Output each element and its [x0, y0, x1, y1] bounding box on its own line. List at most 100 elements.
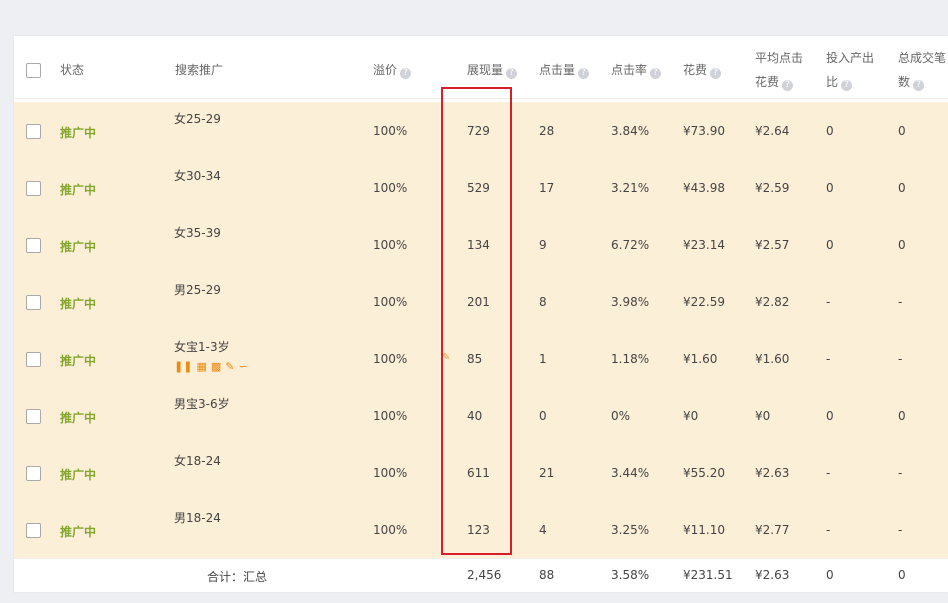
clicks-value: 28 — [539, 124, 555, 138]
trash-icon[interactable]: ▩ — [211, 360, 221, 373]
orders-value: 0 — [898, 181, 906, 195]
premium-value: 100% — [373, 124, 408, 138]
row-checkbox[interactable] — [26, 523, 41, 538]
cpc-value: ¥2.82 — [755, 295, 790, 309]
clicks-value: 0 — [539, 409, 547, 423]
table-row[interactable]: 推广中 男宝3-6岁 100% 40 0 0% ¥0 ¥0 0 0 — [14, 387, 948, 444]
cpc-value: ¥1.60 — [755, 352, 790, 366]
ctr-value: 0% — [611, 409, 631, 423]
cpc-value: ¥2.57 — [755, 238, 790, 252]
clicks-value: 1 — [539, 352, 547, 366]
clicks-value: 21 — [539, 466, 555, 480]
ctr-value: 3.84% — [611, 124, 650, 138]
chart-icon[interactable]: ∽ — [238, 360, 247, 373]
row-checkbox[interactable] — [26, 295, 41, 310]
orders-value: - — [898, 352, 903, 366]
ctr-value: 3.21% — [611, 181, 650, 195]
edit-icon[interactable]: ✎ — [225, 360, 234, 373]
clicks-value: 9 — [539, 238, 547, 252]
total-ctr: 3.58% — [611, 568, 650, 582]
status-text: 推广中 — [60, 411, 97, 425]
row-checkbox[interactable] — [26, 181, 41, 196]
orders-value: - — [898, 523, 903, 537]
impressions-value: 611 — [467, 466, 490, 480]
pause-icon[interactable]: ❚❚ — [174, 360, 192, 373]
help-icon[interactable]: ? — [841, 80, 853, 91]
table-row[interactable]: 推广中 女25-29 100% 729 28 3.84% ¥73.90 ¥2.6… — [14, 102, 948, 159]
header-avg-cpc[interactable]: 花费? — [755, 70, 794, 94]
row-checkbox[interactable] — [26, 352, 41, 367]
help-icon[interactable]: ? — [650, 68, 662, 79]
row-checkbox[interactable] — [26, 466, 41, 481]
row-checkbox[interactable] — [26, 124, 41, 139]
table-row[interactable]: 推广中 女18-24 100% 611 21 3.44% ¥55.20 ¥2.6… — [14, 444, 948, 501]
ctr-value: 3.44% — [611, 466, 650, 480]
premium-value: 100% — [373, 466, 408, 480]
total-row: 合计：汇总 2,456 88 3.58% ¥231.51 ¥2.63 0 0 — [14, 558, 948, 592]
edit-icon[interactable]: ✎ — [442, 352, 450, 363]
spend-value: ¥23.14 — [683, 238, 725, 252]
spend-value: ¥43.98 — [683, 181, 725, 195]
table-row[interactable]: 推广中 女30-34 100% 529 17 3.21% ¥43.98 ¥2.5… — [14, 159, 948, 216]
header-roi-line1: 投入产出 — [826, 51, 875, 65]
help-icon[interactable]: ? — [710, 68, 722, 79]
header-impressions[interactable]: 展现量? — [467, 58, 518, 82]
status-text: 推广中 — [60, 468, 97, 482]
premium-value: 100% — [373, 409, 408, 423]
campaign-name: 女30-34 — [174, 169, 221, 183]
header-roi[interactable]: 比? — [826, 70, 853, 94]
row-checkbox[interactable] — [26, 409, 41, 424]
ctr-value: 3.25% — [611, 523, 650, 537]
header-campaign: 搜索推广 — [175, 63, 224, 77]
roi-value: 0 — [826, 124, 834, 138]
table-row[interactable]: 推广中 女宝1-3岁 ❚❚ ▦ ▩ ✎ ∽ 100% ✎ 85 1 1.18% ¥1.6… — [14, 330, 948, 387]
total-clicks: 88 — [539, 568, 555, 582]
cpc-value: ¥2.64 — [755, 124, 790, 138]
table-row[interactable]: 推广中 女35-39 100% 134 9 6.72% ¥23.14 ¥2.57… — [14, 216, 948, 273]
total-spend: ¥231.51 — [683, 568, 733, 582]
clicks-value: 17 — [539, 181, 555, 195]
row-checkbox[interactable] — [26, 238, 41, 253]
impressions-value: 201 — [467, 295, 490, 309]
spend-value: ¥0 — [683, 409, 699, 423]
help-icon[interactable]: ? — [400, 68, 412, 79]
clicks-value: 4 — [539, 523, 547, 537]
impressions-value: 123 — [467, 523, 490, 537]
cpc-value: ¥2.63 — [755, 466, 790, 480]
header-orders[interactable]: 数? — [898, 70, 925, 94]
premium-value: 100% — [373, 295, 408, 309]
cpc-value: ¥2.59 — [755, 181, 790, 195]
impressions-value: 134 — [467, 238, 490, 252]
total-cpc: ¥2.63 — [755, 568, 790, 582]
copy-icon[interactable]: ▦ — [196, 360, 206, 373]
help-icon[interactable]: ? — [782, 80, 794, 91]
header-orders-line1: 总成交笔 — [898, 51, 947, 65]
campaign-name: 女宝1-3岁 — [174, 340, 230, 354]
premium-value: 100% — [373, 238, 408, 252]
table-row[interactable]: 推广中 男25-29 100% 201 8 3.98% ¥22.59 ¥2.82… — [14, 273, 948, 330]
roi-value: 0 — [826, 238, 834, 252]
campaign-name: 男宝3-6岁 — [174, 397, 230, 411]
spend-value: ¥1.60 — [683, 352, 718, 366]
table-row[interactable]: 推广中 男18-24 100% 123 4 3.25% ¥11.10 ¥2.77… — [14, 501, 948, 558]
header-premium[interactable]: 溢价? — [373, 58, 412, 82]
total-label: 合计：汇总 — [207, 570, 268, 584]
header-spend[interactable]: 花费? — [683, 58, 722, 82]
help-icon[interactable]: ? — [913, 80, 925, 91]
total-impressions: 2,456 — [467, 568, 502, 582]
clicks-value: 8 — [539, 295, 547, 309]
header-clicks[interactable]: 点击量? — [539, 58, 590, 82]
impressions-value: 85 — [467, 352, 483, 366]
impressions-value: 729 — [467, 124, 490, 138]
roi-value: - — [826, 352, 831, 366]
ctr-value: 1.18% — [611, 352, 650, 366]
campaign-name: 男25-29 — [174, 283, 221, 297]
help-icon[interactable]: ? — [506, 68, 518, 79]
select-all-checkbox[interactable] — [26, 63, 41, 78]
header-ctr[interactable]: 点击率? — [611, 58, 662, 82]
help-icon[interactable]: ? — [578, 68, 590, 79]
ctr-value: 6.72% — [611, 238, 650, 252]
status-text: 推广中 — [60, 297, 97, 311]
status-text: 推广中 — [60, 354, 97, 368]
campaign-name: 女18-24 — [174, 454, 221, 468]
